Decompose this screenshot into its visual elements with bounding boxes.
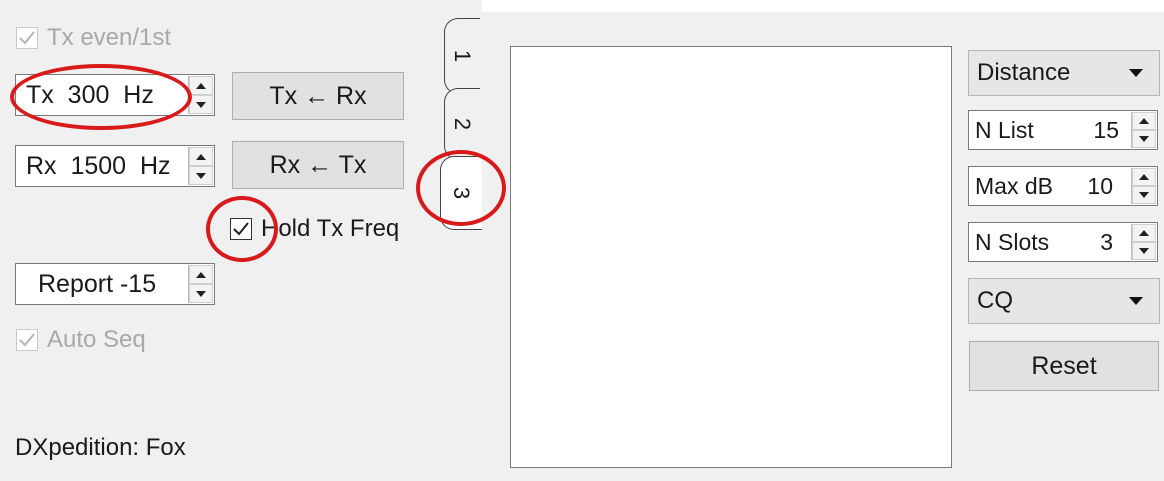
- mode-dropdown[interactable]: CQ: [968, 278, 1160, 324]
- spin-down-icon[interactable]: [1132, 130, 1156, 148]
- tab-1[interactable]: 1: [444, 18, 480, 94]
- hold-tx-freq-label: Hold Tx Freq: [261, 215, 400, 242]
- spin-up-icon[interactable]: [189, 147, 213, 166]
- spin-down-icon[interactable]: [189, 284, 213, 303]
- rx-from-tx-button[interactable]: Rx ← Tx: [232, 141, 404, 189]
- hold-tx-freq-checkbox[interactable]: Hold Tx Freq: [230, 215, 399, 243]
- callsign-list[interactable]: [510, 46, 952, 468]
- n-slots-value: 3: [1100, 228, 1113, 255]
- spin-up-icon[interactable]: [1132, 224, 1156, 242]
- tab-2[interactable]: 2: [444, 88, 480, 160]
- report-stepper[interactable]: [188, 265, 213, 303]
- tx-frequency-spinbox[interactable]: Tx 300 Hz: [15, 74, 215, 116]
- report-value: Report -15: [38, 269, 157, 298]
- reset-label: Reset: [1031, 351, 1097, 380]
- tab-3[interactable]: 3: [440, 156, 482, 230]
- spin-up-icon[interactable]: [1132, 112, 1156, 130]
- tx-even-checkbox[interactable]: Tx even/1st: [16, 24, 171, 52]
- tx-even-label: Tx even/1st: [47, 24, 172, 51]
- reset-button[interactable]: Reset: [969, 341, 1159, 391]
- max-db-stepper[interactable]: [1131, 168, 1156, 204]
- rx-frequency-stepper[interactable]: [188, 147, 213, 185]
- rx-frequency-spinbox[interactable]: Rx 1500 Hz: [15, 145, 215, 187]
- auto-seq-label: Auto Seq: [47, 326, 146, 353]
- spin-down-icon[interactable]: [1132, 186, 1156, 204]
- check-icon: [16, 329, 38, 351]
- tx-from-rx-label: Tx ← Rx: [269, 81, 367, 110]
- n-slots-label: N Slots: [975, 228, 1050, 255]
- spin-down-icon[interactable]: [1132, 242, 1156, 260]
- rx-from-tx-label: Rx ← Tx: [269, 150, 367, 179]
- n-slots-stepper[interactable]: [1131, 224, 1156, 260]
- dxpedition-status: DXpedition: Fox: [15, 434, 186, 461]
- max-db-label: Max dB: [975, 172, 1053, 199]
- mode-dropdown-value: CQ: [977, 287, 1013, 314]
- check-icon: [230, 218, 252, 240]
- max-db-value: 10: [1087, 172, 1113, 199]
- report-spinbox[interactable]: Report -15: [15, 263, 215, 305]
- sort-dropdown-value: Distance: [977, 59, 1071, 86]
- n-list-label: N List: [975, 116, 1034, 143]
- tab-3-label: 3: [449, 186, 475, 200]
- top-strip: [482, 0, 1164, 12]
- spin-up-icon[interactable]: [189, 76, 213, 95]
- auto-seq-checkbox[interactable]: Auto Seq: [16, 326, 146, 354]
- spin-down-icon[interactable]: [189, 95, 213, 114]
- chevron-down-icon: [1129, 69, 1143, 77]
- tab-1-label: 1: [450, 49, 476, 63]
- spin-up-icon[interactable]: [189, 265, 213, 284]
- n-list-stepper[interactable]: [1131, 112, 1156, 148]
- spin-up-icon[interactable]: [1132, 168, 1156, 186]
- chevron-down-icon: [1129, 297, 1143, 305]
- tx-from-rx-button[interactable]: Tx ← Rx: [232, 72, 404, 120]
- n-slots-spinbox[interactable]: N Slots 3: [968, 222, 1158, 262]
- n-list-spinbox[interactable]: N List 15: [968, 110, 1158, 150]
- spin-down-icon[interactable]: [189, 166, 213, 185]
- max-db-spinbox[interactable]: Max dB 10: [968, 166, 1158, 206]
- tx-frequency-value: Tx 300 Hz: [26, 80, 154, 109]
- tab-2-label: 2: [450, 117, 476, 131]
- sort-dropdown[interactable]: Distance: [968, 50, 1160, 96]
- n-list-value: 15: [1093, 116, 1119, 143]
- tx-frequency-stepper[interactable]: [188, 76, 213, 114]
- rx-frequency-value: Rx 1500 Hz: [26, 151, 171, 180]
- check-icon: [16, 27, 38, 49]
